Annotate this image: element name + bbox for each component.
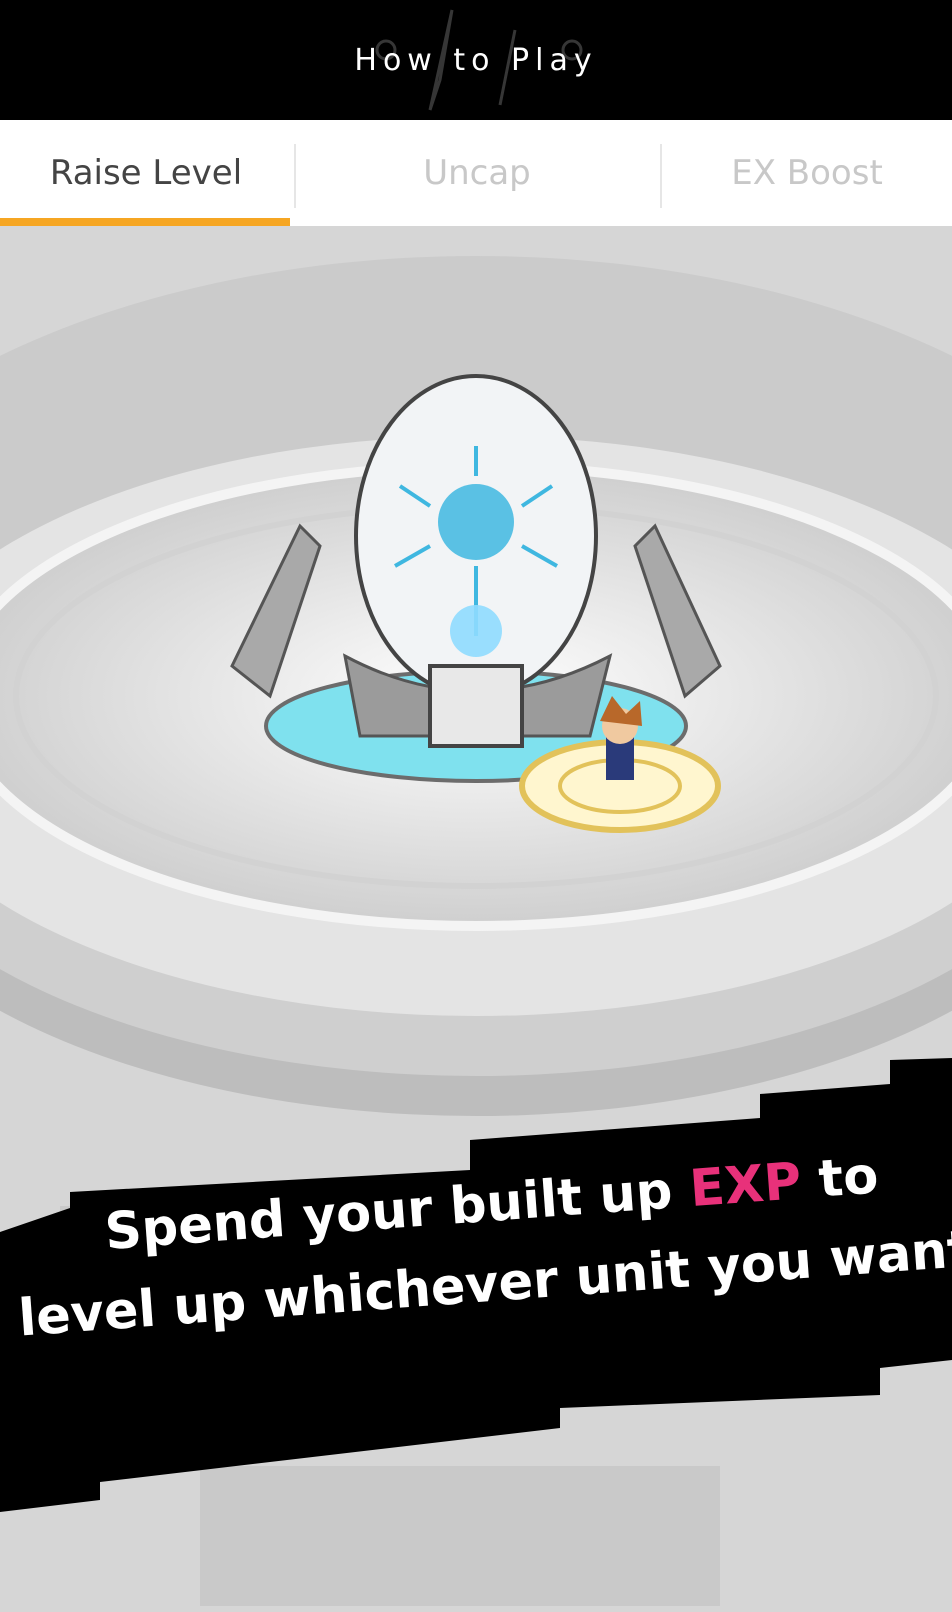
tab-divider	[294, 144, 296, 208]
tab-ex-boost[interactable]: EX Boost	[662, 120, 952, 226]
active-tab-indicator	[0, 218, 290, 226]
header-bar: How to Play	[0, 0, 952, 120]
tab-label: Raise Level	[49, 153, 243, 193]
how-to-play-screen: How to Play Raise Level Uncap EX Boost S…	[0, 0, 952, 1612]
tab-divider	[660, 144, 662, 208]
tab-label: EX Boost	[731, 153, 883, 193]
tab-raise-level[interactable]: Raise Level	[0, 120, 292, 226]
game-scene-illustration	[0, 226, 952, 1612]
tab-uncap[interactable]: Uncap	[292, 120, 662, 226]
caption-line-1-end: to	[798, 1146, 881, 1211]
tab-bar: Raise Level Uncap EX Boost	[0, 120, 952, 226]
tab-label: Uncap	[423, 153, 531, 193]
caption-exp-highlight: EXP	[687, 1152, 804, 1220]
page-title: How to Play	[354, 42, 598, 78]
